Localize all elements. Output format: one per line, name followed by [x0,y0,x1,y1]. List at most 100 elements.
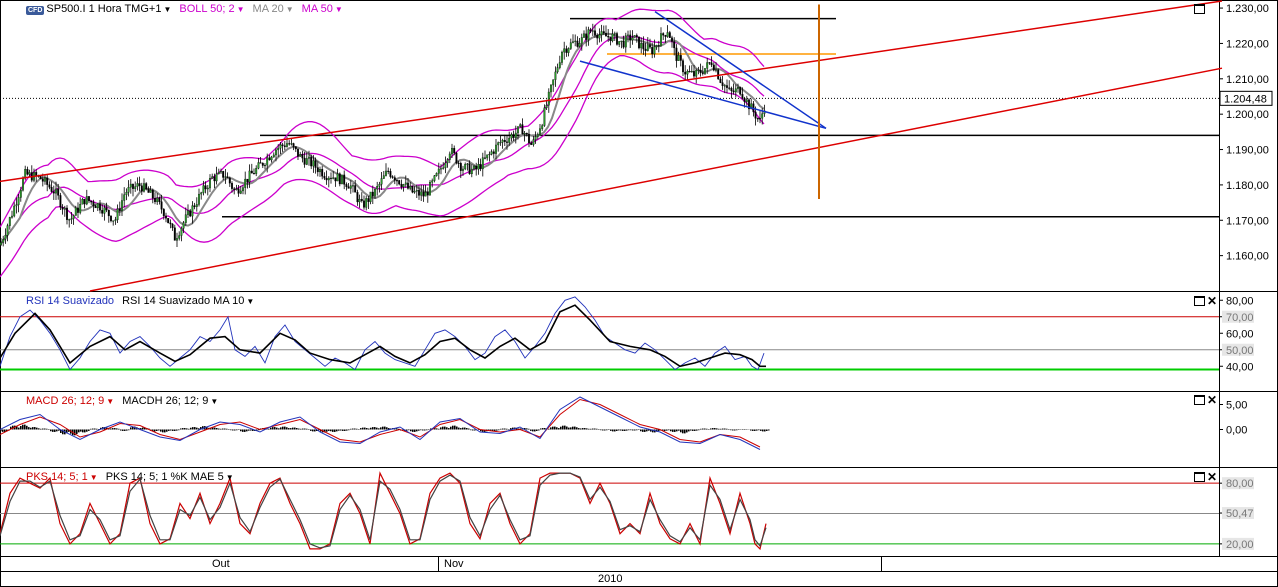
macd-histogram-bar [234,429,236,431]
dropdown-arrow-icon: ▼ [225,473,234,482]
dropdown-arrow-icon: ▼ [89,473,98,482]
close-macd-panel-icon[interactable]: ✕ [1207,394,1217,406]
maximize-price-panel-icon[interactable] [1194,4,1205,14]
macd-histogram-bar [110,428,112,430]
candle-body [534,136,537,140]
candle-body [569,42,572,49]
candle-body [50,187,53,192]
maximize-rsi-panel-icon[interactable] [1194,296,1205,306]
boll-indicator-menu[interactable]: BOLL 50; 2 ▼ [179,3,244,15]
candle-body [646,44,649,51]
macd-histogram-bar [694,429,696,431]
candle-body [59,195,62,208]
candle-body [624,35,627,48]
trend-line [89,67,1223,292]
candle-body [193,205,196,207]
macd-histogram-bar [326,429,328,432]
macd-histogram-bar [224,428,226,430]
maximize-pks-panel-icon[interactable] [1194,472,1205,482]
candle-body [613,33,616,35]
candle-body [63,207,66,210]
macd-histogram-bar [56,429,58,432]
trend-line [654,10,827,129]
macd-histogram-bar [338,429,340,431]
dropdown-arrow-icon: ▼ [246,297,255,306]
ma20-line [0,32,765,246]
macd-histogram-bar [572,426,574,430]
candle-body [286,143,288,147]
dropdown-arrow-icon: ▼ [334,5,343,14]
candle-body [741,94,744,99]
candle-body [668,32,671,38]
macd-indicator-menu[interactable]: MACD 26; 12; 9 ▼ [26,395,114,407]
macd-histogram-bar [268,428,270,430]
close-rsi-panel-icon[interactable]: ✕ [1207,295,1217,307]
macd-histogram-bar [170,429,172,431]
macd-histogram-bar [502,428,504,430]
candle-body [673,41,676,49]
macd-histogram-bar [88,429,90,431]
candle-body [316,167,319,173]
candle-body [268,157,271,161]
candle-body [231,183,233,189]
macd-histogram-bar [438,428,440,430]
candle-body [545,105,548,109]
candle-body [308,156,310,159]
current-price-label: 1.204,48 [1224,93,1267,105]
candle-body [149,189,152,193]
macd-histogram-bar [666,429,668,431]
candle-body [314,160,317,168]
ma20-indicator-menu[interactable]: MA 20 ▼ [253,3,294,15]
macd-histogram-bar [336,429,338,432]
candle-body [79,203,82,213]
candle-body [576,40,579,47]
candle-body [6,225,9,236]
macd-histogram-bar [366,428,368,430]
candle-body [275,149,277,156]
pks-mae-indicator-menu[interactable]: PKS 14; 5; 1 %K MAE 5 ▼ [106,471,234,483]
macd-histogram-bar [226,428,228,430]
macd-histogram-bar [578,428,580,430]
macd-histogram-bar [548,428,550,430]
macd-histogram-bar [242,429,244,432]
pks-indicator-menu[interactable]: PKS 14; 5; 1 ▼ [26,471,98,483]
candle-body [68,219,71,221]
macd-histogram-bar [190,427,192,430]
candle-body [242,187,244,192]
candle-body [660,33,662,47]
maximize-macd-panel-icon[interactable] [1194,395,1205,405]
candle-body [455,152,458,164]
macd-panel-header: MACD 26; 12; 9 ▼ MACDH 26; 12; 9 ▼ [26,395,218,407]
macd-histogram-bar [26,425,28,430]
macd-histogram-bar [562,425,564,430]
macd-histogram-bar [592,428,594,430]
instrument-selector[interactable]: CFD SP500.I 1 Hora TMG+1 ▼ [26,3,171,15]
macd-histogram-bar [442,426,444,430]
macd-histogram-bar [298,428,300,430]
rsi-indicator-menu[interactable]: RSI 14 Suavizado [26,295,114,307]
close-pks-panel-icon[interactable]: ✕ [1207,471,1217,483]
ma50-indicator-menu[interactable]: MA 50 ▼ [302,3,343,15]
macd-histogram-bar [756,429,758,431]
candle-body [46,177,49,185]
candle-body [442,167,445,169]
macd-histogram-bar [304,428,306,430]
macd-histogram-bar [236,429,238,431]
price-panel-header: CFD SP500.I 1 Hora TMG+1 ▼ BOLL 50; 2 ▼ MA … [26,3,343,15]
macd-histogram-bar [184,428,186,430]
candle-body [585,33,588,40]
macd-histogram-bar [532,429,534,432]
candle-body [453,148,456,154]
candle-body [279,144,282,149]
macd-histogram-bar [32,427,34,430]
y-tick-label: 1.160,00 [1226,251,1269,263]
macd-histogram-bar [300,428,302,430]
rsi-ma-indicator-menu[interactable]: RSI 14 Suavizado MA 10 ▼ [122,295,254,307]
macdh-indicator-menu[interactable]: MACDH 26; 12; 9 ▼ [122,395,218,407]
candle-body [486,154,489,159]
macd-histogram-bar [378,428,380,430]
candle-body [294,146,297,150]
macd-histogram-bar [446,427,448,430]
macd-histogram-bar [440,427,442,430]
macd-histogram-bar [736,429,738,431]
